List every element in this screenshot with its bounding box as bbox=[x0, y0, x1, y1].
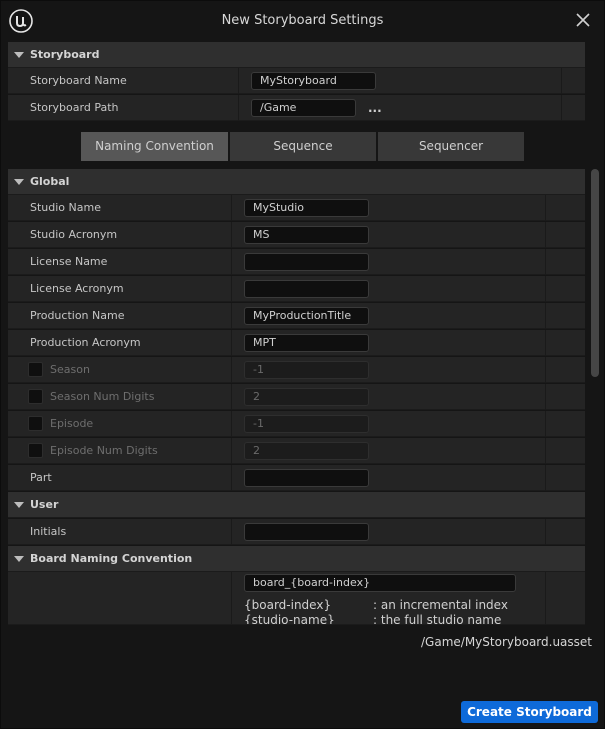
season-label: Season bbox=[50, 363, 90, 376]
tab-naming-convention[interactable]: Naming Convention bbox=[81, 132, 228, 161]
token-studio-name: {studio-name} bbox=[244, 613, 335, 625]
token-board-index: {board-index} bbox=[244, 598, 332, 612]
section-label: Storyboard bbox=[30, 48, 100, 61]
production-acronym-input[interactable]: MPT bbox=[244, 334, 369, 352]
storyboard-path-input[interactable]: /Game bbox=[251, 99, 356, 117]
browse-button[interactable]: ... bbox=[368, 101, 382, 115]
row-season-num-digits: Season Num Digits 2 bbox=[8, 384, 585, 410]
row-season: Season -1 bbox=[8, 357, 585, 383]
section-board-naming-convention[interactable]: Board Naming Convention bbox=[8, 546, 585, 572]
row-license-name: License Name bbox=[8, 249, 585, 275]
chevron-down-icon bbox=[14, 52, 24, 58]
row-production-acronym: Production Acronym MPT bbox=[8, 330, 585, 356]
row-episode: Episode -1 bbox=[8, 411, 585, 437]
storyboard-path-label: Storyboard Path bbox=[30, 101, 119, 114]
initials-label: Initials bbox=[30, 525, 67, 538]
season-num-digits-label: Season Num Digits bbox=[50, 390, 155, 403]
row-initials: Initials bbox=[8, 519, 585, 545]
section-label: Global bbox=[30, 175, 70, 188]
close-icon[interactable] bbox=[574, 11, 592, 29]
initials-input[interactable] bbox=[244, 523, 369, 541]
season-num-digits-input[interactable]: 2 bbox=[244, 388, 369, 406]
asset-path: /Game/MyStoryboard.uasset bbox=[421, 635, 592, 649]
section-global[interactable]: Global bbox=[8, 169, 585, 195]
episode-num-digits-checkbox[interactable] bbox=[28, 443, 43, 458]
board-naming-pattern-input[interactable]: board_{board-index} bbox=[244, 574, 516, 592]
studio-acronym-label: Studio Acronym bbox=[30, 228, 118, 241]
scrollbar[interactable] bbox=[591, 169, 599, 377]
token-studio-name-desc: : the full studio name bbox=[373, 613, 502, 625]
studio-name-label: Studio Name bbox=[30, 201, 101, 214]
row-studio-acronym: Studio Acronym MS bbox=[8, 222, 585, 248]
tab-sequencer[interactable]: Sequencer bbox=[378, 132, 524, 161]
episode-num-digits-label: Episode Num Digits bbox=[50, 444, 158, 457]
row-episode-num-digits: Episode Num Digits 2 bbox=[8, 438, 585, 464]
chevron-down-icon bbox=[14, 179, 24, 185]
section-user[interactable]: User bbox=[8, 492, 585, 518]
create-storyboard-button[interactable]: Create Storyboard bbox=[461, 701, 598, 723]
episode-checkbox[interactable] bbox=[28, 416, 43, 431]
storyboard-name-input[interactable]: MyStoryboard bbox=[251, 72, 376, 90]
license-acronym-label: License Acronym bbox=[30, 282, 124, 295]
row-license-acronym: License Acronym bbox=[8, 276, 585, 302]
episode-label: Episode bbox=[50, 417, 94, 430]
license-name-label: License Name bbox=[30, 255, 108, 268]
production-name-input[interactable]: MyProductionTitle bbox=[244, 307, 369, 325]
title-bar: New Storyboard Settings bbox=[1, 1, 604, 41]
section-label: Board Naming Convention bbox=[30, 552, 193, 565]
studio-name-input[interactable]: MyStudio bbox=[244, 199, 369, 217]
section-label: User bbox=[30, 498, 59, 511]
dialog-window: New Storyboard Settings Storyboard Story… bbox=[0, 0, 605, 729]
license-name-input[interactable] bbox=[244, 253, 369, 271]
part-label: Part bbox=[30, 471, 52, 484]
chevron-down-icon bbox=[14, 502, 24, 508]
chevron-down-icon bbox=[14, 556, 24, 562]
row-part: Part bbox=[8, 465, 585, 491]
section-storyboard[interactable]: Storyboard bbox=[8, 42, 585, 68]
row-production-name: Production Name MyProductionTitle bbox=[8, 303, 585, 329]
row-storyboard-name: Storyboard Name MyStoryboard bbox=[8, 68, 585, 94]
season-input[interactable]: -1 bbox=[244, 361, 369, 379]
season-checkbox[interactable] bbox=[28, 362, 43, 377]
window-title: New Storyboard Settings bbox=[221, 13, 384, 28]
row-board-naming: board_{board-index} {board-index} : an i… bbox=[8, 572, 585, 625]
production-acronym-label: Production Acronym bbox=[30, 336, 141, 349]
episode-num-digits-input[interactable]: 2 bbox=[244, 442, 369, 460]
storyboard-name-label: Storyboard Name bbox=[30, 74, 127, 87]
production-name-label: Production Name bbox=[30, 309, 125, 322]
season-num-digits-checkbox[interactable] bbox=[28, 389, 43, 404]
row-storyboard-path: Storyboard Path /Game ... bbox=[8, 95, 585, 121]
part-input[interactable] bbox=[244, 469, 369, 487]
row-studio-name: Studio Name MyStudio bbox=[8, 195, 585, 221]
episode-input[interactable]: -1 bbox=[244, 415, 369, 433]
studio-acronym-input[interactable]: MS bbox=[244, 226, 369, 244]
token-board-index-desc: : an incremental index bbox=[373, 598, 508, 612]
tab-sequence[interactable]: Sequence bbox=[230, 132, 376, 161]
license-acronym-input[interactable] bbox=[244, 280, 369, 298]
